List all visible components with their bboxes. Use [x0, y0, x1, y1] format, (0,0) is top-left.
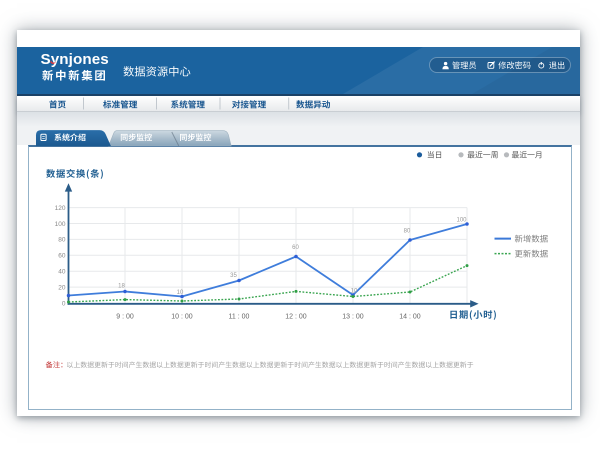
svg-text:18: 18: [118, 284, 125, 290]
svg-text:Synjones: Synjones: [41, 51, 109, 68]
svg-text:10: 10: [351, 289, 358, 295]
svg-text:10 : 00: 10 : 00: [171, 313, 193, 320]
svg-text:20: 20: [58, 284, 66, 291]
svg-text:12 : 00: 12 : 00: [285, 313, 307, 320]
svg-text:10: 10: [177, 290, 184, 296]
svg-text:9 : 00: 9 : 00: [116, 313, 134, 320]
svg-text:60: 60: [292, 245, 299, 251]
svg-text:13 : 00: 13 : 00: [342, 313, 364, 320]
svg-text:60: 60: [58, 253, 66, 260]
svg-text:0: 0: [62, 300, 66, 307]
svg-text:35: 35: [230, 273, 237, 279]
svg-text:14 : 00: 14 : 00: [399, 313, 421, 320]
svg-text:40: 40: [58, 269, 66, 276]
svg-text:80: 80: [58, 237, 66, 244]
svg-text:120: 120: [55, 205, 66, 212]
svg-text:11 : 00: 11 : 00: [229, 313, 250, 320]
svg-text:100: 100: [456, 218, 467, 224]
svg-text:100: 100: [55, 221, 66, 228]
svg-text:80: 80: [404, 228, 411, 234]
